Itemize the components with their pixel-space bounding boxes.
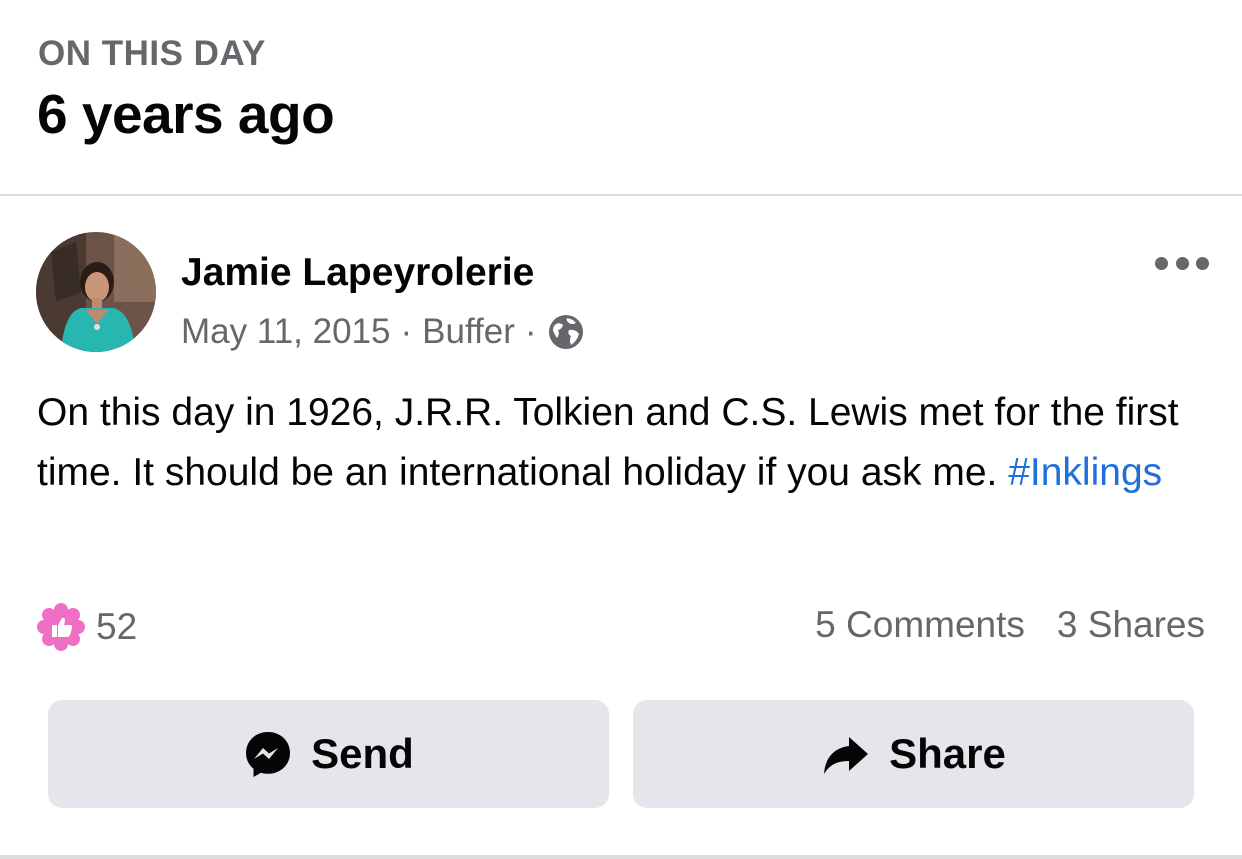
on-this-day-label: ON THIS DAY [38,34,266,73]
meta-separator: · [524,312,537,351]
engagement-stats: 5 Comments 3 Shares [815,604,1205,646]
comments-count-link[interactable]: 5 Comments [815,604,1025,646]
more-dot [1196,256,1209,270]
author-avatar[interactable] [36,232,156,352]
globe-icon [547,313,585,351]
reactions-summary[interactable]: 52 [36,602,137,652]
messenger-icon [243,729,293,779]
share-button[interactable]: Share [633,700,1194,808]
shares-count-link[interactable]: 3 Shares [1057,604,1205,646]
share-arrow-icon [821,729,871,779]
memory-age-title: 6 years ago [37,83,335,145]
bottom-divider [0,855,1242,859]
author-name[interactable]: Jamie Lapeyrolerie [181,251,534,295]
post-date[interactable]: May 11, 2015 [181,312,391,352]
more-dot [1175,256,1189,270]
like-pride-flower-icon [36,602,86,652]
post-body: On this day in 1926, J.R.R. Tolkien and … [37,383,1217,503]
more-dot [1155,256,1168,270]
share-label: Share [889,730,1006,777]
meta-separator: · [400,312,413,351]
send-button[interactable]: Send [48,700,609,808]
on-this-day-header: ON THIS DAY 6 years ago [0,0,1242,196]
more-options-icon[interactable] [1155,248,1209,278]
send-label: Send [311,730,414,777]
post-meta: May 11, 2015 · Buffer · [181,312,585,352]
reaction-count: 52 [96,606,138,647]
avatar-image [36,232,156,352]
post-source: Buffer [422,312,515,351]
hashtag-link[interactable]: #Inklings [1008,451,1162,494]
